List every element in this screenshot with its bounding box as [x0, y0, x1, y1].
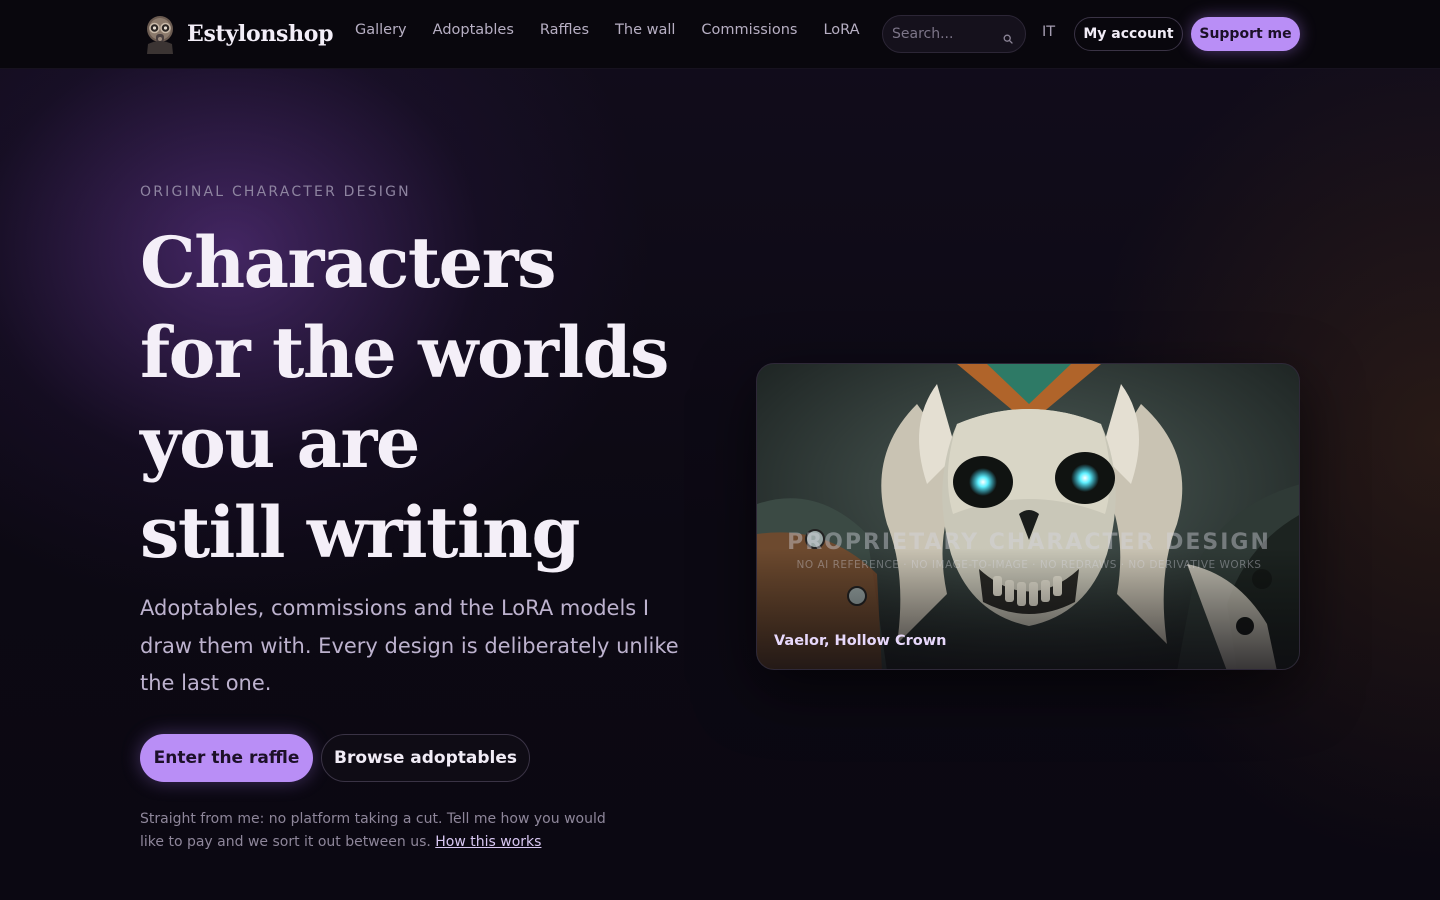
gasmask-avatar-icon [142, 14, 178, 54]
top-navigation-bar: Estylonshop Gallery Adoptables Raffles T… [0, 0, 1440, 69]
watermark-subtitle: NO AI REFERENCE · NO IMAGE-TO-IMAGE · NO… [796, 559, 1262, 571]
nav-link-raffles[interactable]: Raffles [540, 22, 589, 38]
support-me-button[interactable]: Support me [1191, 17, 1300, 51]
search-input[interactable] [892, 26, 1000, 42]
hero-title-line: you are [140, 401, 420, 484]
main-nav: Gallery Adoptables Raffles The wall Comm… [355, 22, 886, 38]
hero-title-line: Characters [140, 221, 556, 304]
nav-link-gallery[interactable]: Gallery [355, 22, 407, 38]
card-caption: Vaelor, Hollow Crown [774, 633, 947, 649]
brand-name: Estylonshop [187, 21, 334, 47]
nav-link-commissions[interactable]: Commissions [701, 22, 797, 38]
hero-eyebrow: ORIGINAL CHARACTER DESIGN [140, 184, 411, 200]
browse-adoptables-button[interactable]: Browse adoptables [321, 734, 530, 782]
how-this-works-link[interactable]: How this works [435, 834, 541, 850]
nav-link-adoptables[interactable]: Adoptables [433, 22, 514, 38]
enter-raffle-button[interactable]: Enter the raffle [140, 734, 313, 782]
hero-title-line: still writing [140, 491, 580, 574]
language-switch[interactable]: IT [1042, 24, 1055, 40]
character-artwork [757, 364, 1299, 669]
payment-note: Straight from me: no platform taking a c… [140, 808, 620, 854]
hero-title-line: for the worlds [140, 311, 669, 394]
hero-subtitle: Adoptables, commissions and the LoRA mod… [140, 596, 679, 695]
search-box [882, 15, 1026, 53]
hero-title: Characters for the worlds you are still … [140, 218, 740, 578]
nav-link-lora[interactable]: LoRA [823, 22, 859, 38]
search-icon[interactable] [1003, 29, 1013, 44]
watermark-title: PROPRIETARY CHARACTER DESIGN [787, 530, 1271, 555]
my-account-button[interactable]: My account [1074, 17, 1183, 51]
featured-character-card[interactable]: PROPRIETARY CHARACTER DESIGN NO AI REFER… [756, 363, 1300, 670]
nav-link-the-wall[interactable]: The wall [615, 22, 675, 38]
brand-home-link[interactable]: Estylonshop [142, 12, 334, 56]
